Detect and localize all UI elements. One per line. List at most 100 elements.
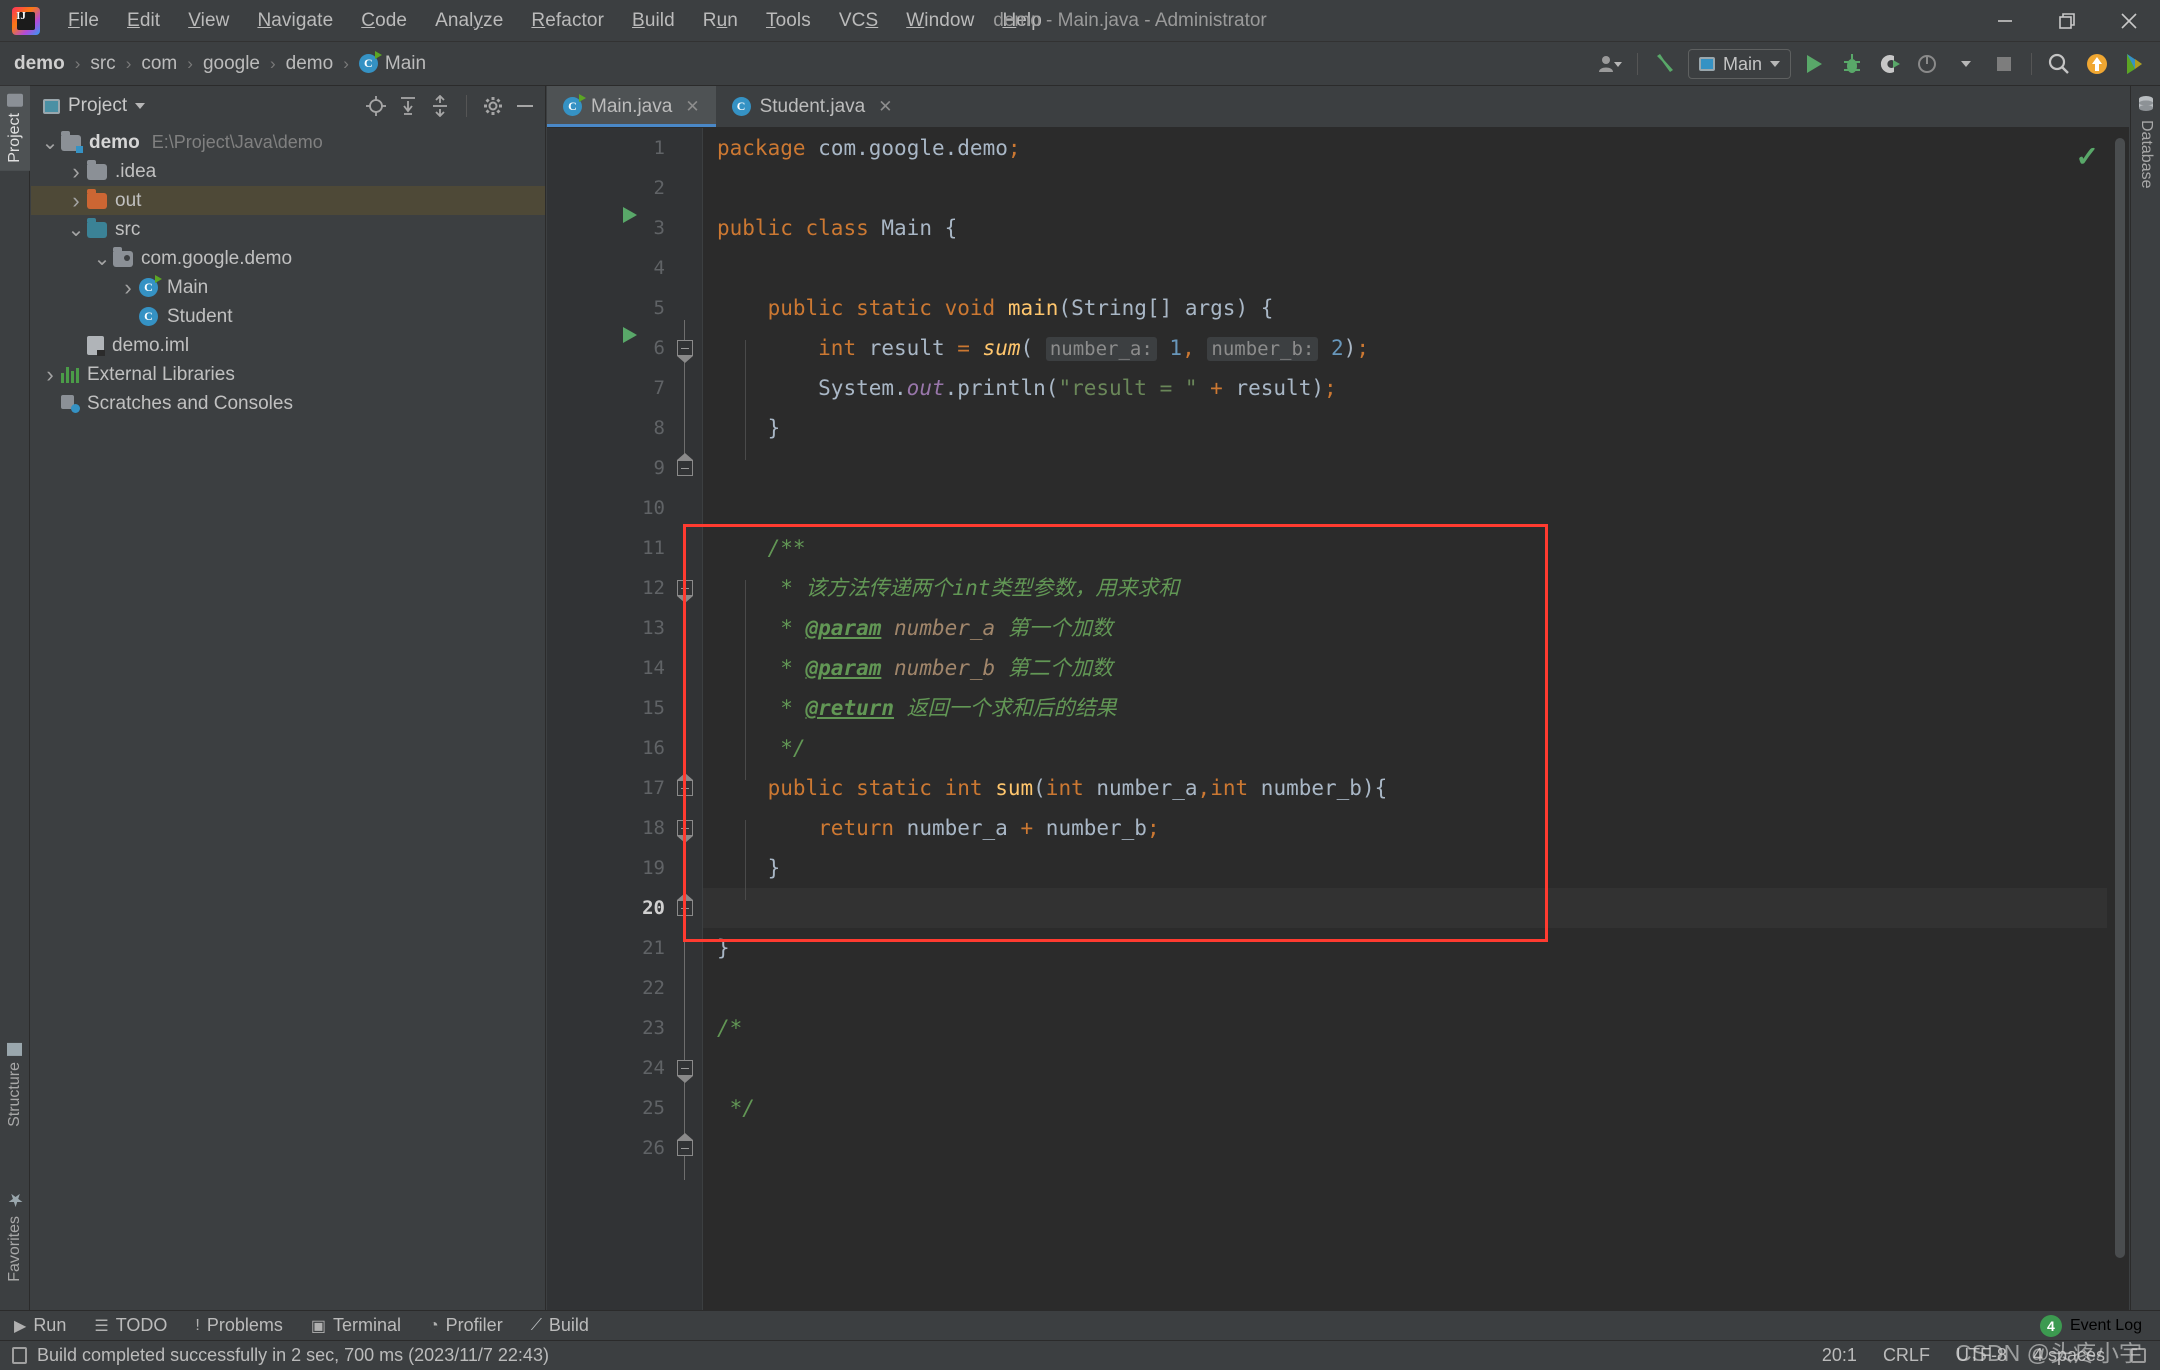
bottom-tab-todo[interactable]: ☰ TODO — [80, 1315, 181, 1336]
code-line[interactable]: } — [703, 928, 2107, 968]
code-line[interactable]: * @param number_b 第二个加数 — [703, 648, 2107, 688]
code-line[interactable]: */ — [703, 728, 2107, 768]
gutter-line[interactable]: 22 — [547, 968, 665, 1008]
gutter-line[interactable]: 12 — [547, 568, 665, 608]
run-gutter-marker-main[interactable] — [623, 327, 637, 343]
expand-all-icon[interactable] — [394, 92, 422, 120]
fold-gutter[interactable] — [665, 128, 703, 1310]
gutter-line[interactable]: 1 — [547, 128, 665, 168]
editor-tab-main-java[interactable]: C Main.java ✕ — [547, 86, 716, 127]
bottom-tab-build[interactable]: ⟋ Build — [517, 1315, 603, 1336]
code-line[interactable] — [703, 968, 2107, 1008]
tree-item-out[interactable]: › out — [31, 186, 545, 215]
run-configuration-selector[interactable]: Main — [1687, 49, 1791, 79]
gutter-line[interactable]: 5 — [547, 288, 665, 328]
chevron-down-icon[interactable]: ⌄ — [39, 133, 61, 153]
code-line[interactable]: System.out.println("result = " + result)… — [703, 368, 2107, 408]
code-line[interactable] — [703, 1048, 2107, 1088]
menu-bar[interactable]: File Edit View Navigate Code Analyze Refactor B… — [54, 6, 1056, 36]
debug-button[interactable] — [1833, 44, 1871, 84]
ide-extra-icon[interactable] — [2116, 44, 2154, 84]
stop-button[interactable] — [1985, 44, 2023, 84]
bottom-tab-terminal[interactable]: ▣ Terminal — [297, 1315, 415, 1336]
menu-item-file[interactable]: File — [54, 6, 113, 36]
bottom-tab-run[interactable]: ▶ Run — [0, 1315, 80, 1336]
breadcrumb-item-google[interactable]: google — [203, 53, 260, 75]
tree-item-com-google-demo[interactable]: ⌄ com.google.demo — [31, 244, 545, 273]
code-line[interactable]: int result = sum( number_a: 1, number_b:… — [703, 328, 2107, 368]
menu-item-refactor[interactable]: Refactor — [517, 6, 618, 36]
gutter-line[interactable]: 24 — [547, 1048, 665, 1088]
gutter-line[interactable]: 7 — [547, 368, 665, 408]
gutter-line[interactable]: 16 — [547, 728, 665, 768]
tree-item-scratches-and-consoles[interactable]: Scratches and Consoles — [31, 389, 545, 418]
menu-item-tools[interactable]: Tools — [752, 6, 825, 36]
caret-position[interactable]: 20:1 — [1822, 1345, 1857, 1366]
chevron-right-icon[interactable]: › — [65, 188, 87, 214]
gutter-line[interactable]: 4 — [547, 248, 665, 288]
gutter-line[interactable]: 14 — [547, 648, 665, 688]
gutter-line[interactable]: 26 — [547, 1128, 665, 1168]
sidebar-item-favorites[interactable]: Favorites ★ — [0, 1181, 30, 1290]
gutter-line[interactable]: 3 — [547, 208, 665, 248]
code-line[interactable]: /** — [703, 528, 2107, 568]
gutter-line[interactable]: 19 — [547, 848, 665, 888]
tree-item-student[interactable]: C Student — [31, 302, 545, 331]
menu-item-window[interactable]: Window — [892, 6, 988, 36]
code-line[interactable]: return number_a + number_b; — [703, 808, 2107, 848]
fold-toggle-main[interactable] — [677, 340, 693, 363]
breadcrumb-item-com[interactable]: com — [141, 53, 177, 75]
code-line[interactable] — [703, 248, 2107, 288]
tree-item-main[interactable]: › C Main — [31, 273, 545, 302]
gutter-line[interactable]: 13 — [547, 608, 665, 648]
locate-icon[interactable] — [362, 92, 390, 120]
tree-item-demo[interactable]: ⌄ demo E:\Project\Java\demo — [31, 128, 545, 157]
gutter-line[interactable]: 23 — [547, 1008, 665, 1048]
bottom-tab-profiler[interactable]: ◔ Profiler — [415, 1315, 517, 1336]
bottom-tab-problems[interactable]: ! Problems — [181, 1315, 296, 1336]
menu-item-help[interactable]: Help — [988, 6, 1055, 36]
gutter-line[interactable]: 10 — [547, 488, 665, 528]
hide-icon[interactable] — [511, 92, 539, 120]
fold-toggle-sum-end[interactable] — [677, 893, 693, 916]
close-tab-icon[interactable]: ✕ — [878, 97, 892, 117]
event-log-group[interactable]: 4 Event Log — [2039, 1314, 2160, 1337]
menu-item-analyze[interactable]: Analyze — [421, 6, 517, 36]
code-line[interactable]: */ — [703, 1088, 2107, 1128]
fold-toggle-blockcomment[interactable] — [677, 1060, 693, 1083]
breadcrumb-item-demo[interactable]: demo — [286, 53, 334, 75]
code-line[interactable] — [703, 1128, 2107, 1168]
breadcrumb-item-src[interactable]: src — [90, 53, 115, 75]
menu-item-edit[interactable]: Edit — [113, 6, 174, 36]
menu-item-code[interactable]: Code — [347, 6, 421, 36]
code-line[interactable]: * @return 返回一个求和后的结果 — [703, 688, 2107, 728]
code-line[interactable]: public static void main(String[] args) { — [703, 288, 2107, 328]
chevron-down-icon[interactable] — [135, 103, 146, 109]
fold-toggle-sum[interactable] — [677, 820, 693, 843]
code-line[interactable] — [703, 488, 2107, 528]
code-line[interactable]: * @param number_a 第一个加数 — [703, 608, 2107, 648]
breadcrumb-item-main[interactable]: C Main — [358, 51, 426, 75]
gutter-line[interactable]: 6 — [547, 328, 665, 368]
breadcrumb-item-demo[interactable]: demo — [14, 53, 65, 75]
tree-item-external-libraries[interactable]: › External Libraries — [31, 360, 545, 389]
code-line[interactable]: package com.google.demo; — [703, 128, 2107, 168]
close-tab-icon[interactable]: ✕ — [685, 97, 699, 117]
code-line[interactable]: } — [703, 408, 2107, 448]
chevron-down-icon[interactable]: ⌄ — [91, 249, 113, 269]
gutter-line[interactable]: 2 — [547, 168, 665, 208]
build-hammer-icon[interactable] — [1646, 44, 1684, 84]
gutter-line[interactable]: 20 — [547, 888, 665, 928]
code-line[interactable] — [703, 448, 2107, 488]
chevron-down-icon[interactable]: ⌄ — [65, 220, 87, 240]
profiler-icon[interactable] — [1909, 44, 1947, 84]
fold-toggle-main-end[interactable] — [677, 453, 693, 476]
editor-scrollbar[interactable] — [2115, 138, 2125, 1258]
menu-item-vcs[interactable]: VCS — [825, 6, 892, 36]
gutter-line[interactable]: 25 — [547, 1088, 665, 1128]
close-icon[interactable] — [2098, 0, 2160, 42]
code-line[interactable]: public class Main { — [703, 208, 2107, 248]
collapse-all-icon[interactable] — [426, 92, 454, 120]
breadcrumb[interactable]: demo › src › com › google › demo › C Main — [14, 51, 426, 75]
code-line[interactable] — [703, 888, 2107, 928]
